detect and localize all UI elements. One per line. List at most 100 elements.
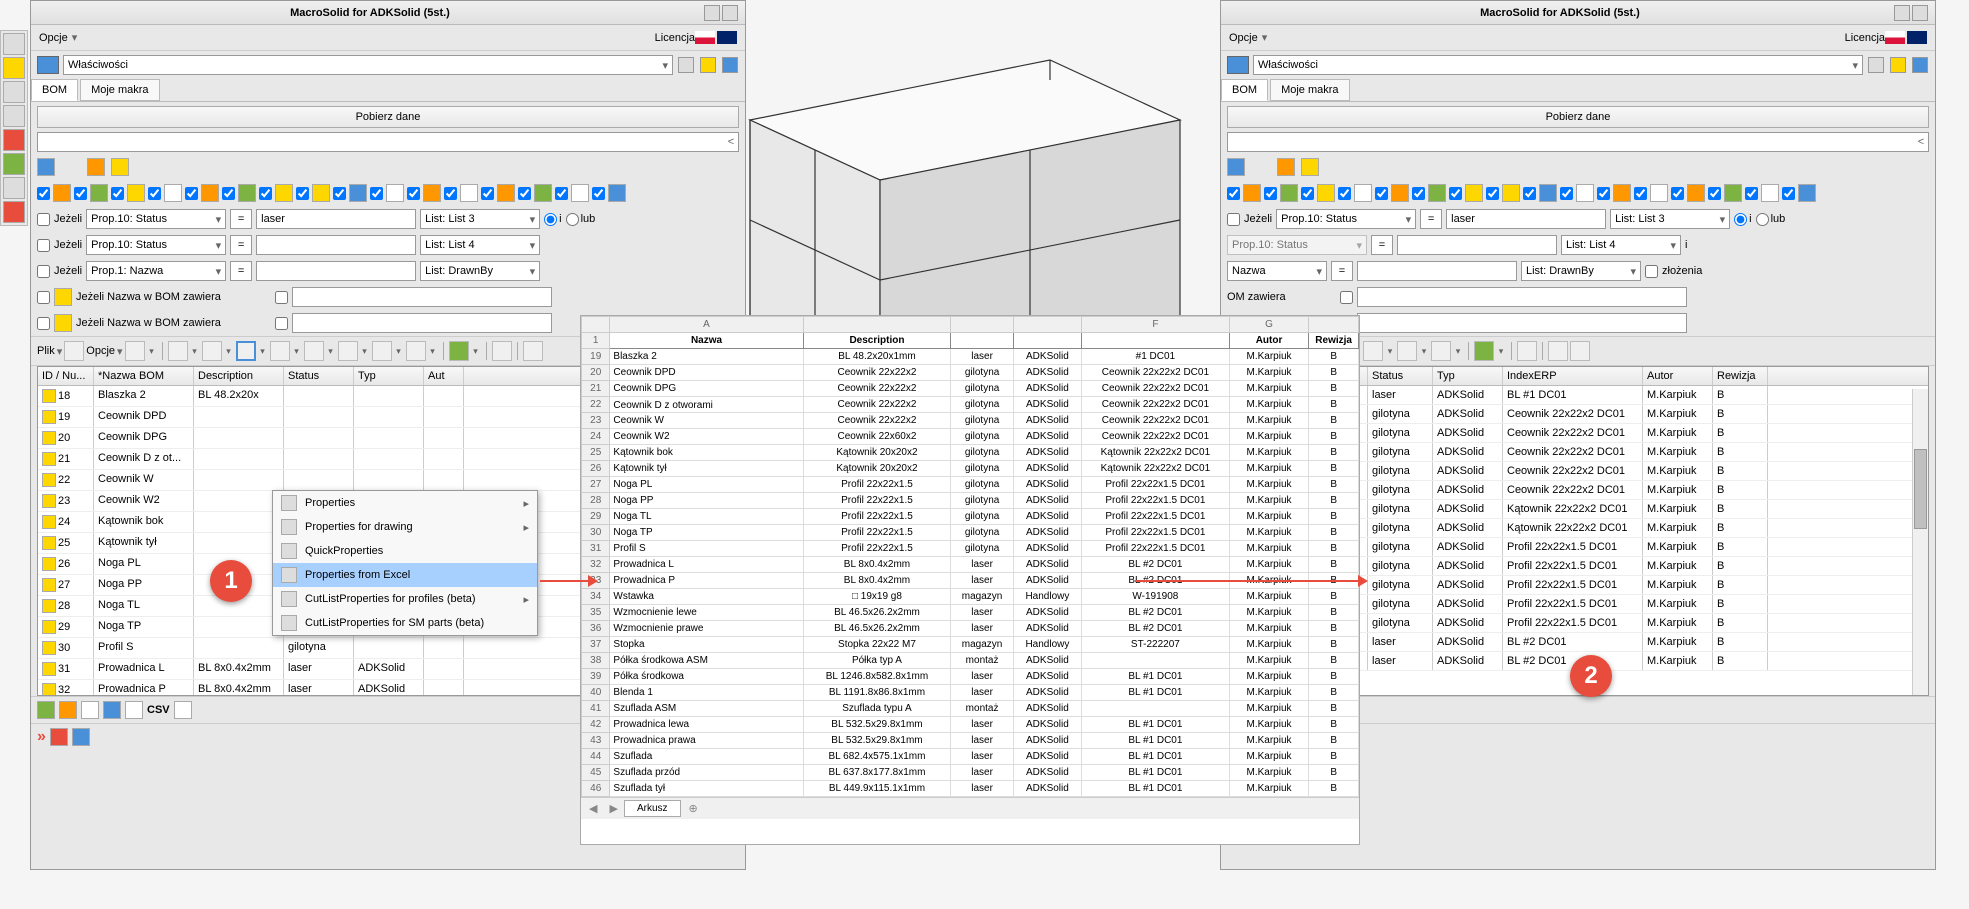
mi-cutlist-sm[interactable]: CutListProperties for SM parts (beta) [273, 611, 537, 635]
grid-icon-r[interactable] [1277, 158, 1295, 176]
prop-combo2[interactable]: Prop.10: Status▾ [86, 235, 226, 255]
tb2[interactable] [125, 341, 145, 361]
excel-row[interactable]: 19Blaszka 2BL 48.2x20x1mmlaserADKSolid#1… [582, 349, 1359, 365]
list-combo2[interactable]: List: List 4▾ [420, 235, 540, 255]
tv-icon[interactable] [72, 728, 90, 746]
radio-lub1r[interactable] [1756, 213, 1769, 226]
play-icon[interactable] [449, 341, 469, 361]
list-combo3r[interactable]: List: DrawnBy▾ [1521, 261, 1641, 281]
mi-properties-drawing[interactable]: Properties for drawing▸ [273, 515, 537, 539]
col-id[interactable]: ID / Nu... [38, 367, 94, 385]
zloz-chk[interactable] [1645, 265, 1658, 278]
list-combo3[interactable]: List: DrawnBy▾ [420, 261, 540, 281]
tab-makra[interactable]: Moje makra [80, 79, 159, 101]
chk6[interactable] [222, 187, 235, 200]
excel-row[interactable]: 42Prowadnica lewaBL 532.5x29.8x1mmlaserA… [582, 717, 1359, 733]
val3[interactable] [256, 261, 416, 281]
filter-field[interactable] [38, 136, 724, 148]
excel-row[interactable]: 24Ceownik W2Ceownik 22x60x2gilotynaADKSo… [582, 429, 1359, 445]
tb10[interactable] [406, 341, 426, 361]
chk3r[interactable] [1301, 187, 1314, 200]
chk9r[interactable] [1523, 187, 1536, 200]
chevron-icon[interactable]: » [37, 728, 46, 746]
val5r[interactable] [1357, 313, 1687, 333]
mi-properties[interactable]: Properties▸ [273, 491, 537, 515]
chk11r[interactable] [1597, 187, 1610, 200]
opcje-label[interactable]: Opcje [39, 32, 68, 44]
pobierz-button[interactable]: Pobierz dane [37, 106, 739, 128]
tab-makra-r[interactable]: Moje makra [1270, 79, 1349, 101]
tb11[interactable] [523, 341, 543, 361]
mi-cutlist-profiles[interactable]: CutListProperties for profiles (beta)▸ [273, 587, 537, 611]
search-icon-r[interactable] [1570, 341, 1590, 361]
chk13r[interactable] [1671, 187, 1684, 200]
val2[interactable] [256, 235, 416, 255]
filter-field-r[interactable] [1228, 136, 1914, 148]
tb9[interactable] [372, 341, 392, 361]
search-combo-r[interactable]: Właściwości▾ [1253, 55, 1863, 75]
excel-row[interactable]: 39Półka środkowaBL 1246.8x582.8x1mmlaser… [582, 669, 1359, 685]
excel-row[interactable]: 22Ceownik D z otworamiCeownik 22x22x2gil… [582, 397, 1359, 413]
pobierz-button-r[interactable]: Pobierz dane [1227, 106, 1929, 128]
excel-row[interactable]: 45Szuflada przódBL 637.8x177.8x1mmlaserA… [582, 765, 1359, 781]
yt-icon[interactable] [50, 728, 68, 746]
nazwa-combo-r[interactable]: Nazwa▾ [1227, 261, 1327, 281]
f6-icon[interactable] [174, 701, 192, 719]
excel-row[interactable]: 21Ceownik DPGCeownik 22x22x2gilotynaADKS… [582, 381, 1359, 397]
chk8[interactable] [296, 187, 309, 200]
op2[interactable]: = [230, 235, 252, 255]
tb1[interactable] [64, 341, 84, 361]
excel-row[interactable]: 44SzufladaBL 682.4x575.1x1mmlaserADKSoli… [582, 749, 1359, 765]
val1[interactable]: laser [256, 209, 416, 229]
nb-chk4r[interactable] [1340, 291, 1353, 304]
monitor-icon-r[interactable] [1227, 56, 1249, 74]
col-desc[interactable]: Description [194, 367, 284, 385]
excel-row[interactable]: 20Ceownik DPDCeownik 22x22x2gilotynaADKS… [582, 365, 1359, 381]
chk13[interactable] [481, 187, 494, 200]
excel-row[interactable]: 43Prowadnica prawaBL 532.5x29.8x1mmlaser… [582, 733, 1359, 749]
chk7r[interactable] [1449, 187, 1462, 200]
color-icon[interactable] [3, 129, 25, 151]
excel-row[interactable]: 30Noga TPProfil 22x22x1.5gilotynaADKSoli… [582, 525, 1359, 541]
col-status-r[interactable]: Status [1368, 367, 1433, 385]
prop-combo2r[interactable]: Prop.10: Status▾ [1227, 235, 1367, 255]
monitor-icon[interactable] [37, 56, 59, 74]
folder-icon[interactable] [3, 81, 25, 103]
funnel-icon[interactable] [37, 158, 55, 176]
camera-icon[interactable] [492, 341, 512, 361]
excel-row[interactable]: 26Kątownik tyłKątownik 20x20x2gilotynaAD… [582, 461, 1359, 477]
radio-lub1[interactable] [566, 213, 579, 226]
chk16r[interactable] [1782, 187, 1795, 200]
search-combo[interactable]: Właściwości▾ [63, 55, 673, 75]
sheet-tab[interactable]: Arkusz [624, 800, 681, 817]
excel-row[interactable]: 23Ceownik WCeownik 22x22x2gilotynaADKSol… [582, 413, 1359, 429]
star-icon-r[interactable] [1890, 57, 1906, 73]
col-status[interactable]: Status [284, 367, 354, 385]
jezeli-chk1[interactable] [37, 213, 50, 226]
chk8r[interactable] [1486, 187, 1499, 200]
tb8[interactable] [338, 341, 358, 361]
tab-bom[interactable]: BOM [31, 79, 78, 101]
val4r[interactable] [1357, 287, 1687, 307]
chk6r[interactable] [1412, 187, 1425, 200]
val2r[interactable] [1397, 235, 1557, 255]
color2-icon[interactable] [3, 153, 25, 175]
jezeli-chk3[interactable] [37, 265, 50, 278]
col-typ[interactable]: Typ [354, 367, 424, 385]
excel-row[interactable]: 27Noga PLProfil 22x22x1.5gilotynaADKSoli… [582, 477, 1359, 493]
col-autor-r[interactable]: Autor [1643, 367, 1713, 385]
flag-pl-r-icon[interactable] [1885, 31, 1905, 44]
db-icon-r[interactable] [1912, 57, 1928, 73]
rtb8[interactable] [1548, 341, 1568, 361]
f1-icon[interactable] [37, 701, 55, 719]
chk5[interactable] [185, 187, 198, 200]
chk16[interactable] [592, 187, 605, 200]
tab-bom-r[interactable]: BOM [1221, 79, 1268, 101]
mi-properties-from-excel[interactable]: Properties from Excel [273, 563, 537, 587]
jezeli-chk1r[interactable] [1227, 213, 1240, 226]
flag-uk-r-icon[interactable] [1907, 31, 1927, 44]
gear2-icon-r[interactable] [1868, 57, 1884, 73]
excel-row[interactable]: 41Szuflada ASMSzuflada typu AmontażADKSo… [582, 701, 1359, 717]
add-sheet-icon[interactable]: ⊕ [681, 800, 706, 817]
val5[interactable] [292, 313, 552, 333]
